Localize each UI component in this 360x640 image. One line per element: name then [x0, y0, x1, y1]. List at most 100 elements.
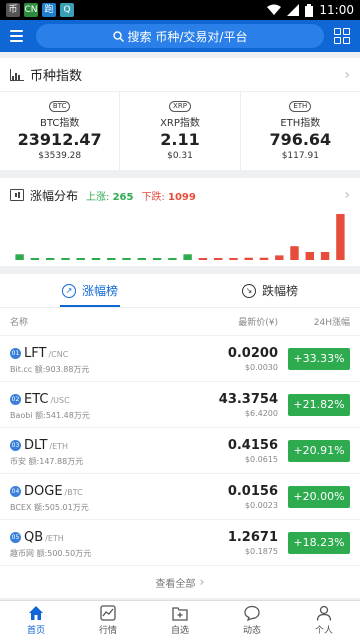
latest-price: 0.0200 — [227, 345, 278, 361]
index-section-header[interactable]: 币种指数 › — [0, 58, 360, 92]
distribution-chart-icon — [10, 189, 24, 201]
col-header-change: 24H涨幅 — [313, 318, 350, 328]
nav-label: 自选 — [170, 626, 189, 636]
table-row[interactable]: 04 DOGE/BTC BCEX 额:505.01万元 0.0156 $0.002… — [0, 474, 360, 520]
index-value: 2.11 — [160, 130, 200, 149]
distribution-bar — [320, 252, 330, 260]
distribution-bar — [305, 252, 314, 260]
distribution-bar — [244, 257, 253, 260]
rank-badge: 02 — [10, 394, 21, 405]
up-label: 上涨: — [86, 191, 110, 203]
coin-symbol: LFT — [24, 346, 47, 361]
distribution-bar — [15, 254, 24, 261]
quote-pair: /BTC — [64, 488, 83, 497]
distribution-bar — [336, 214, 345, 260]
index-usd-value: $3539.28 — [38, 151, 82, 161]
latest-price: 43.3754 — [218, 391, 278, 407]
rank-badge: 05 — [10, 532, 21, 543]
distribution-bar — [91, 258, 101, 260]
quote-pair: /CNC — [48, 350, 69, 359]
index-usd-value: $117.91 — [281, 151, 319, 161]
down-label: 下跌: — [141, 191, 165, 203]
tab-gainers[interactable]: ↗ 涨幅榜 — [0, 274, 180, 307]
distribution-bar — [290, 246, 299, 260]
index-section-title: 币种指数 — [30, 69, 83, 84]
coin-symbol: DLT — [24, 438, 48, 453]
rank-badge: 03 — [10, 440, 21, 451]
table-row[interactable]: 05 QB/ETH 趣币网 额:500.50万元 1.2671 $0.1875 +… — [0, 520, 360, 566]
table-row[interactable]: 02 ETC/USC Baobi 额:541.48万元 43.3754 $6.42… — [0, 382, 360, 428]
view-all-link[interactable]: 查看全部 › — [0, 566, 360, 598]
market-name: Bit.cc — [10, 365, 33, 374]
nav-market[interactable]: 行情 — [72, 601, 144, 640]
quote-pair: /ETH — [45, 534, 64, 543]
trend-up-icon: ↗ — [61, 283, 76, 298]
up-count-label: 上涨: 265 — [86, 188, 133, 203]
distribution-bar — [229, 258, 238, 260]
distribution-bar — [183, 254, 192, 261]
user-icon — [316, 605, 332, 621]
search-bar[interactable]: 搜索 币种/交易对/平台 — [36, 24, 324, 48]
distribution-header[interactable]: 涨幅分布 上涨: 265 下跌: 1099 › — [0, 178, 360, 212]
usd-price: $0.0023 — [244, 500, 278, 510]
coin-badge: BTC — [48, 101, 71, 112]
col-header-name: 名称 — [10, 318, 29, 328]
distribution-bar — [46, 258, 55, 260]
status-bar: 币 CN 跑 Q 11:00 — [0, 0, 360, 20]
table-row[interactable]: 01 LFT/CNC Bit.cc 额:903.88万元 0.0200 $0.00… — [0, 336, 360, 382]
index-usd-value: $0.31 — [167, 151, 193, 161]
nav-home[interactable]: 首页 — [0, 601, 72, 640]
nav-news[interactable]: 动态 — [216, 601, 288, 640]
down-count: 1099 — [168, 191, 196, 203]
clock-time: 11:00 — [319, 3, 354, 17]
chevron-right-icon: › — [344, 66, 350, 83]
index-card-btc[interactable]: BTC BTC指数 23912.47 $3539.28 — [0, 92, 121, 170]
message-icon — [244, 605, 260, 621]
market-name: 币安 — [10, 457, 26, 466]
battery-icon — [305, 3, 314, 17]
nav-profile[interactable]: 个人 — [288, 601, 360, 640]
distribution-bar — [137, 258, 146, 260]
index-card-xrp[interactable]: XRP XRP指数 2.11 $0.31 — [120, 92, 241, 170]
distribution-bar — [61, 258, 70, 260]
bottom-nav: 首页 行情 自选 动态 个人 — [0, 600, 360, 640]
change-badge: +20.00% — [288, 485, 350, 508]
up-count: 265 — [112, 191, 134, 203]
down-count-label: 下跌: 1099 — [141, 188, 195, 203]
usd-price: $0.1875 — [244, 546, 278, 556]
col-header-price: 最新价(¥) — [238, 318, 278, 328]
apps-grid-icon[interactable] — [332, 26, 352, 46]
coin-symbol: ETC — [24, 392, 49, 407]
tab-losers[interactable]: ↘ 跌幅榜 — [180, 274, 360, 307]
menu-icon[interactable] — [8, 26, 28, 46]
trade-volume: 额:541.48万元 — [35, 411, 90, 420]
chart-icon — [100, 605, 116, 621]
index-card-eth[interactable]: ETH ETH指数 796.64 $117.91 — [241, 92, 360, 170]
market-name: Baobi — [10, 411, 33, 420]
home-icon — [28, 605, 44, 621]
change-badge: +21.82% — [288, 393, 350, 416]
distribution-bar — [107, 258, 116, 260]
distribution-bar — [152, 258, 162, 260]
distribution-bar — [259, 257, 269, 260]
market-name: 趣币网 — [10, 549, 34, 558]
nav-label: 行情 — [98, 626, 117, 636]
nav-watchlist[interactable]: 自选 — [144, 601, 216, 640]
ranking-list: 01 LFT/CNC Bit.cc 额:903.88万元 0.0200 $0.00… — [0, 336, 360, 566]
add-watch-icon — [172, 605, 188, 621]
distribution-bar-chart — [15, 214, 345, 261]
index-value: 796.64 — [269, 130, 332, 149]
app-header: 搜索 币种/交易对/平台 — [0, 20, 360, 52]
table-row[interactable]: 03 DLT/ETH 币安 额:147.88万元 0.4156 $0.0615 +… — [0, 428, 360, 474]
distribution-bar — [168, 258, 177, 260]
trade-volume: 额:903.88万元 — [34, 365, 90, 374]
distribution-bar — [76, 258, 85, 260]
signal-icon — [287, 4, 300, 16]
wifi-icon — [267, 4, 282, 15]
search-placeholder: 搜索 币种/交易对/平台 — [127, 29, 248, 44]
latest-price: 0.0156 — [227, 483, 278, 499]
rank-badge: 01 — [10, 348, 21, 359]
quote-pair: /ETH — [49, 442, 69, 451]
trade-volume: 额:147.88万元 — [28, 457, 84, 466]
change-badge: +33.33% — [288, 347, 350, 370]
